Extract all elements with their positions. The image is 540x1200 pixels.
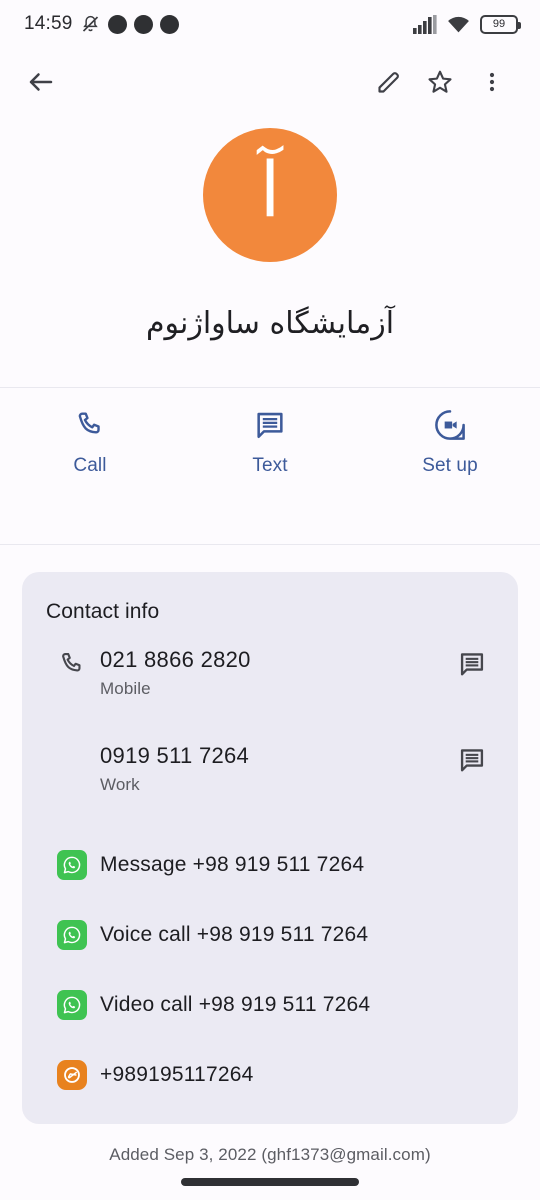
message-icon [460, 749, 484, 772]
battery-level: 99 [492, 18, 506, 30]
contact-info-card: Contact info 021 8866 2820 Mobile 0919 5… [22, 572, 518, 1124]
back-button[interactable] [26, 59, 72, 105]
app-action-label: +989195117264 [100, 1062, 254, 1086]
action-text-label: Text [252, 455, 288, 476]
app-action-body: Video call +98 919 511 7264 [100, 992, 496, 1018]
phone-row-body: 021 8866 2820 Mobile [100, 646, 448, 699]
quick-actions-row: Call Text Set up [0, 388, 540, 498]
app-toolbar [0, 48, 540, 116]
favorite-button[interactable] [414, 56, 466, 108]
bell-muted-icon [82, 15, 98, 32]
app-action-row[interactable]: Video call +98 919 511 7264 [22, 978, 518, 1032]
action-set-up[interactable]: Set up [360, 409, 540, 477]
gesture-nav-pill[interactable] [181, 1178, 359, 1186]
edit-contact-button[interactable] [362, 56, 414, 108]
status-bar-right: 99 [413, 14, 521, 34]
more-options-button[interactable] [466, 56, 518, 108]
app-action-row[interactable]: +989195117264 [22, 1048, 518, 1102]
app-action-body: Message +98 919 511 7264 [100, 852, 496, 878]
battery-icon: 99 [480, 14, 521, 34]
signal-bars-icon [413, 14, 437, 34]
status-clock: 14:59 [24, 13, 73, 34]
wifi-icon [448, 16, 469, 32]
phone-row-lead [44, 742, 100, 746]
phone-icon [62, 653, 81, 672]
star-icon [428, 70, 452, 93]
app-action-label: Video call +98 919 511 7264 [100, 992, 371, 1016]
video-call-icon [435, 410, 465, 440]
phone-icon [78, 412, 100, 434]
pencil-icon [377, 71, 399, 93]
app-action-row[interactable]: Message +98 919 511 7264 [22, 838, 518, 892]
contact-name: آزمایشگاه ساواژنوم [145, 306, 395, 341]
app-action-row[interactable]: Voice call +98 919 511 7264 [22, 908, 518, 962]
action-call-label: Call [73, 455, 107, 476]
phone-number: 0919 511 7264 [100, 743, 250, 768]
chrome-icon [133, 14, 153, 34]
whatsapp-glyph [63, 926, 81, 944]
status-bar-left: 14:59 [24, 13, 179, 35]
contact-info-title: Contact info [46, 600, 160, 623]
whatsapp-icon [57, 920, 87, 950]
app-action-label: Voice call +98 919 511 7264 [100, 922, 369, 946]
app-action-body: Voice call +98 919 511 7264 [100, 922, 496, 948]
app-action-lead [44, 920, 100, 950]
app-action-body: +989195117264 [100, 1062, 496, 1088]
app-icon-globe [159, 14, 179, 34]
avatar-container: آ [0, 128, 540, 262]
added-info: Added Sep 3, 2022 (ghf1373@gmail.com) [109, 1145, 431, 1164]
whatsapp-icon [57, 850, 87, 880]
eitaa-glyph [64, 1067, 80, 1083]
phone-row-body: 0919 511 7264 Work [100, 742, 448, 795]
app-icon-dark [107, 14, 127, 34]
action-call[interactable]: Call [0, 409, 180, 477]
phone-type: Work [100, 774, 140, 794]
arrow-back-icon [29, 73, 53, 91]
phone-row-message-button[interactable] [448, 646, 496, 678]
whatsapp-glyph [63, 996, 81, 1014]
action-text[interactable]: Text [180, 409, 360, 477]
phone-row-lead [44, 646, 100, 678]
avatar[interactable]: آ [203, 128, 337, 262]
phone-row[interactable]: 021 8866 2820 Mobile [22, 646, 518, 708]
eitaa-icon [57, 1060, 87, 1090]
action-setup-label: Set up [422, 455, 478, 476]
app-action-lead [44, 850, 100, 880]
status-bar: 14:59 99 [0, 0, 540, 48]
phone-number: 021 8866 2820 [100, 647, 251, 672]
contact-details-screen: 14:59 99 آ آزمایشگاه ساواژنوم Call Text … [0, 0, 540, 1200]
app-action-lead [44, 990, 100, 1020]
overflow-menu-icon [489, 72, 495, 92]
message-icon [460, 653, 484, 676]
phone-type: Mobile [100, 678, 151, 698]
app-action-lead [44, 1060, 100, 1090]
app-action-label: Message +98 919 511 7264 [100, 852, 365, 876]
phone-row[interactable]: 0919 511 7264 Work [22, 742, 518, 804]
message-icon [257, 412, 283, 438]
whatsapp-icon [57, 990, 87, 1020]
phone-row-message-button[interactable] [448, 742, 496, 774]
whatsapp-glyph [63, 856, 81, 874]
divider-bottom [0, 544, 540, 545]
